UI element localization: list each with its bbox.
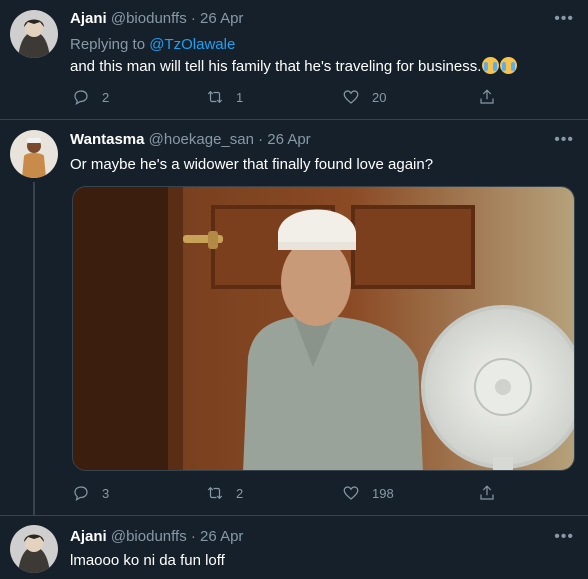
heart-icon xyxy=(343,486,359,500)
photo-boy-with-fan xyxy=(73,187,574,470)
tweet-date[interactable]: 26 Apr xyxy=(267,131,310,148)
like-button[interactable]: 198 xyxy=(342,484,394,502)
tweet-text: lmaooo ko ni da fun loff xyxy=(70,552,225,569)
retweet-button[interactable]: 2 xyxy=(206,484,243,502)
reply-button[interactable]: 2 xyxy=(72,88,109,106)
tweet-actions: 2 1 20 xyxy=(70,88,500,108)
retweet-button[interactable]: 1 xyxy=(206,88,243,106)
tweet-actions: 3 2 198 xyxy=(70,484,500,504)
retweet-icon xyxy=(207,90,223,104)
more-options-icon[interactable]: ••• xyxy=(554,11,574,27)
tweet-header: Wantasma @hoekage_san · 26 Apr xyxy=(70,131,311,148)
avatar[interactable] xyxy=(10,10,58,58)
tweet-3[interactable]: Ajani @biodunffs · 26 Apr ••• lmaooo ko … xyxy=(0,515,588,579)
avatar-image xyxy=(10,10,58,58)
replying-to-handle[interactable]: @TzOlawale xyxy=(149,36,235,53)
divider xyxy=(0,119,588,120)
avatar-image xyxy=(10,525,58,573)
retweet-count: 1 xyxy=(236,89,244,105)
like-count: 198 xyxy=(372,485,394,501)
replying-to: Replying to @TzOlawale xyxy=(70,36,235,53)
author-handle[interactable]: @biodunffs xyxy=(111,528,187,545)
tweet-header: Ajani @biodunffs · 26 Apr xyxy=(70,10,243,27)
retweet-icon xyxy=(207,486,223,500)
reply-count: 2 xyxy=(102,89,110,105)
tweet-text: Or maybe he's a widower that finally fou… xyxy=(70,156,434,173)
share-icon xyxy=(480,89,494,104)
author-name[interactable]: Ajani xyxy=(70,528,107,545)
thread-line xyxy=(33,182,35,515)
tweet-text: and this man will tell his family that h… xyxy=(70,57,518,75)
tweet-date[interactable]: 26 Apr xyxy=(200,10,243,27)
tweet-text-content: and this man will tell his family that h… xyxy=(70,58,482,75)
share-button[interactable] xyxy=(478,88,508,106)
separator-dot: · xyxy=(186,10,201,27)
more-options-icon[interactable]: ••• xyxy=(554,529,574,545)
retweet-count: 2 xyxy=(236,485,244,501)
share-icon xyxy=(480,485,494,500)
tweet-date[interactable]: 26 Apr xyxy=(200,528,243,545)
reply-button[interactable]: 3 xyxy=(72,484,109,502)
avatar[interactable] xyxy=(10,130,58,178)
like-button[interactable]: 20 xyxy=(342,88,386,106)
author-handle[interactable]: @biodunffs xyxy=(111,10,187,27)
author-handle[interactable]: @hoekage_san xyxy=(149,131,254,148)
avatar-image xyxy=(10,130,58,178)
author-name[interactable]: Ajani xyxy=(70,10,107,27)
share-button[interactable] xyxy=(478,484,508,502)
loudly-crying-face-emoji-icon xyxy=(482,57,500,74)
loudly-crying-face-emoji-icon xyxy=(500,57,518,74)
reply-count: 3 xyxy=(102,485,110,501)
tweet-header: Ajani @biodunffs · 26 Apr xyxy=(70,528,243,545)
separator-dot: · xyxy=(253,131,268,148)
separator-dot: · xyxy=(186,528,201,545)
author-name[interactable]: Wantasma xyxy=(70,131,144,148)
divider xyxy=(0,515,588,516)
reply-icon xyxy=(74,486,88,502)
heart-icon xyxy=(343,90,359,104)
replying-to-label: Replying to xyxy=(70,36,150,53)
reply-icon xyxy=(74,90,88,106)
like-count: 20 xyxy=(372,89,387,105)
more-options-icon[interactable]: ••• xyxy=(554,132,574,148)
avatar[interactable] xyxy=(10,525,58,573)
tweet-1[interactable]: Ajani @biodunffs · 26 Apr ••• Replying t… xyxy=(0,0,588,120)
tweet-media-image[interactable] xyxy=(72,186,575,471)
